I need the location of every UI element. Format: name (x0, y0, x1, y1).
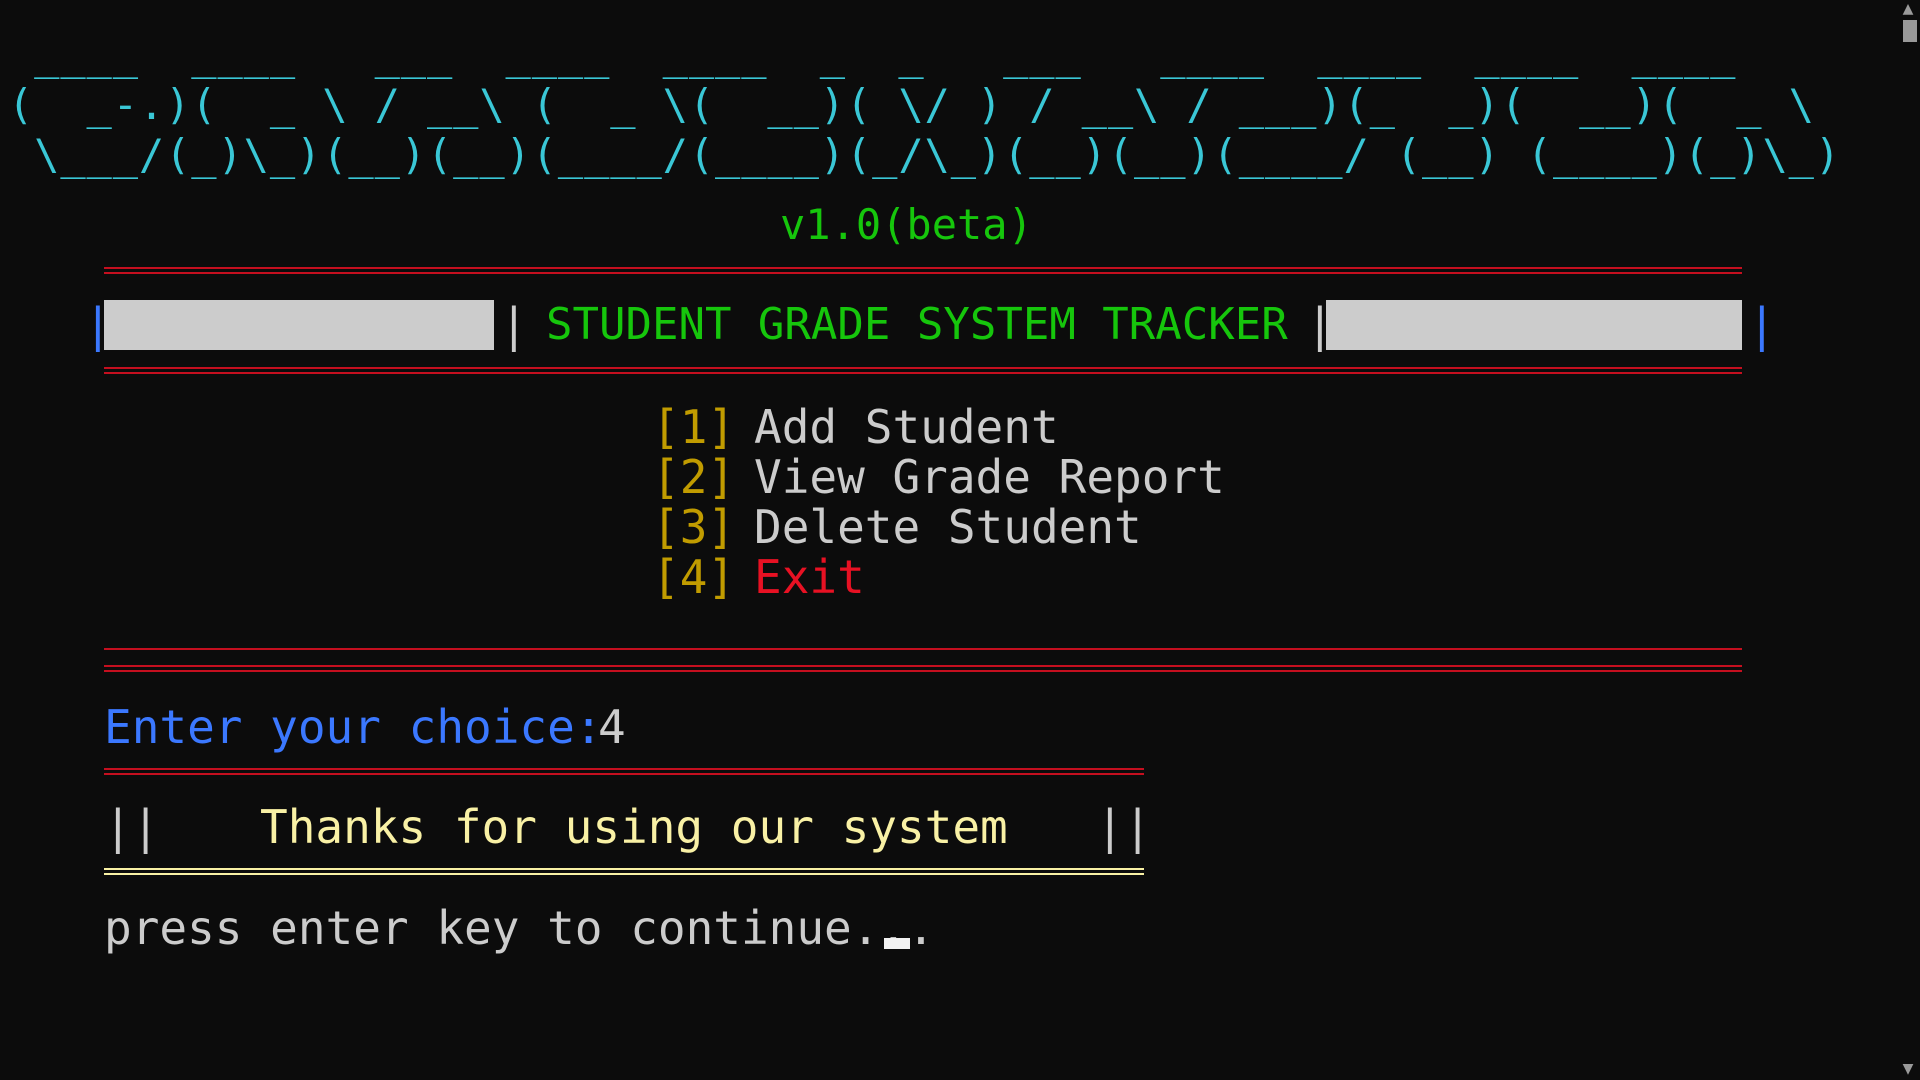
ascii-banner-line-2: ( _-.)( _ \ / __\ ( _ \( __)( \/ ) / __\… (8, 80, 1815, 129)
version-label: v1.0(beta) (780, 200, 1033, 249)
menu-key-4: [4] (652, 550, 736, 604)
header-bottom-rule (104, 367, 1742, 374)
menu-key-3: [3] (652, 500, 736, 554)
vertical-scrollbar[interactable]: ▲ ▼ (1896, 0, 1920, 1080)
menu-key-1: [1] (652, 400, 736, 454)
choice-prompt-label: Enter your choice: (104, 700, 603, 754)
header-top-rule (104, 267, 1742, 274)
menu-double-rule (104, 665, 1742, 672)
thanks-top-rule (104, 768, 1144, 775)
header-title: STUDENT GRADE SYSTEM TRACKER (546, 299, 1288, 350)
continue-prompt: press enter key to continue... (104, 901, 935, 955)
choice-input[interactable]: 4 (598, 702, 626, 752)
menu-key-2: [2] (652, 450, 736, 504)
text-cursor (884, 938, 910, 949)
scroll-up-arrow-icon[interactable]: ▲ (1896, 0, 1920, 18)
header-bar-right-outer: | (1748, 298, 1776, 352)
ascii-banner-line-3: \___/(_)\_)(__)(__)(____/(____)(_/\_)(__… (8, 130, 1842, 179)
thanks-right-border: || (1096, 800, 1152, 854)
ascii-banner-line-1: ____ ____ ___ ____ ____ _ _ ___ ____ ___… (8, 30, 1763, 79)
header-bar-left-inner: | (500, 298, 528, 352)
thanks-message: Thanks for using our system (260, 800, 1008, 854)
menu-item-exit: Exit (754, 550, 865, 604)
scroll-down-arrow-icon[interactable]: ▼ (1896, 1060, 1920, 1078)
menu-item-add-student: Add Student (754, 400, 1059, 454)
menu-item-view-grade-report: View Grade Report (754, 450, 1225, 504)
header-block-right (1326, 300, 1742, 350)
menu-item-delete-student: Delete Student (754, 500, 1142, 554)
scroll-thumb[interactable] (1903, 20, 1917, 42)
menu-single-rule (104, 648, 1742, 650)
thanks-bottom-rule (104, 868, 1144, 875)
thanks-left-border: || (104, 800, 160, 854)
terminal-window[interactable]: ____ ____ ___ ____ ____ _ _ ___ ____ ___… (0, 0, 1896, 1080)
header-block-left (104, 300, 494, 350)
